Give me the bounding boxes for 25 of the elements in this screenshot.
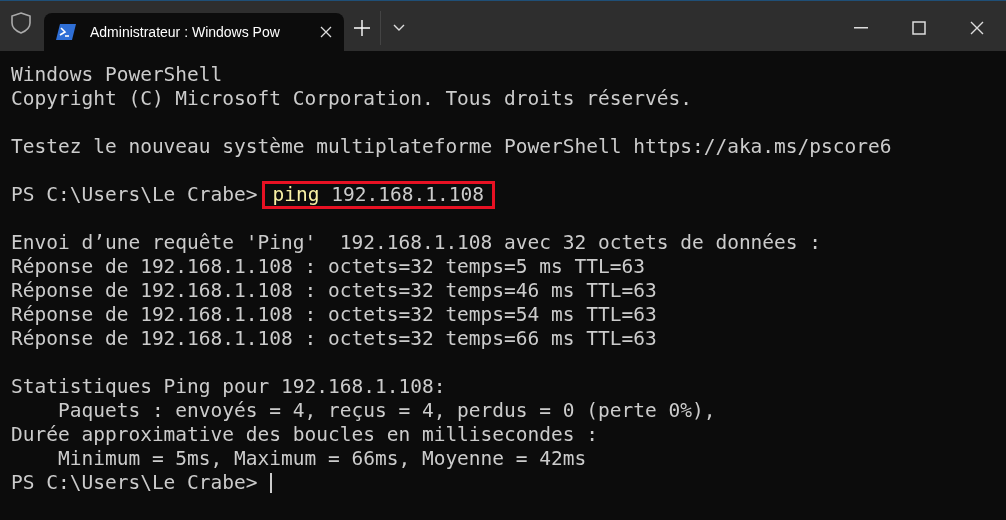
output-line: Réponse de 192.168.1.108 : octets=32 temps=46 ms TTL=63 [11,279,657,303]
chevron-down-icon [393,24,405,32]
output-line: Réponse de 192.168.1.108 : octets=32 temps=5 ms TTL=63 [11,255,645,279]
close-icon[interactable] [320,26,332,38]
powershell-icon [56,24,76,40]
output-line: Windows PowerShell [11,63,223,87]
plus-icon [354,20,370,36]
output-line: Statistiques Ping pour 192.168.1.108: [11,375,446,399]
output-line: Durée approximative des boucles en millisecondes : [11,423,598,447]
output-line: Réponse de 192.168.1.108 : octets=32 temps=54 ms TTL=63 [11,303,657,327]
prompt-text: PS C:\Users\Le Crabe> [11,183,258,207]
minimize-icon [854,27,868,29]
command-text: ping 192.168.1.108 [261,181,495,209]
output-line: Copyright (C) Microsoft Corporation. Tous droits réservés. [11,87,692,111]
close-icon [970,21,984,35]
tab[interactable]: Administrateur : Windows Pow [44,13,344,51]
output-line: Paquets : envoyés = 4, reçus = 4, perdus = 0 (perte 0%), [56,399,716,423]
prompt-text: PS C:\Users\Le Crabe> [11,471,258,495]
shield-icon [10,11,32,35]
output-line: Réponse de 192.168.1.108 : octets=32 temps=66 ms TTL=63 [11,327,657,351]
output-line: Envoi d’une requête 'Ping' 192.168.1.108 avec 32 octets de données : [11,231,822,255]
tab-title: Administrateur : Windows Pow [90,24,281,40]
output-line: Testez le nouveau système multiplateforme PowerShell https://aka.ms/pscore6 [11,135,892,159]
maximize-icon [912,21,926,35]
output-line: Minimum = 5ms, Maximum = 66ms, Moyenne = 42ms [56,447,587,471]
